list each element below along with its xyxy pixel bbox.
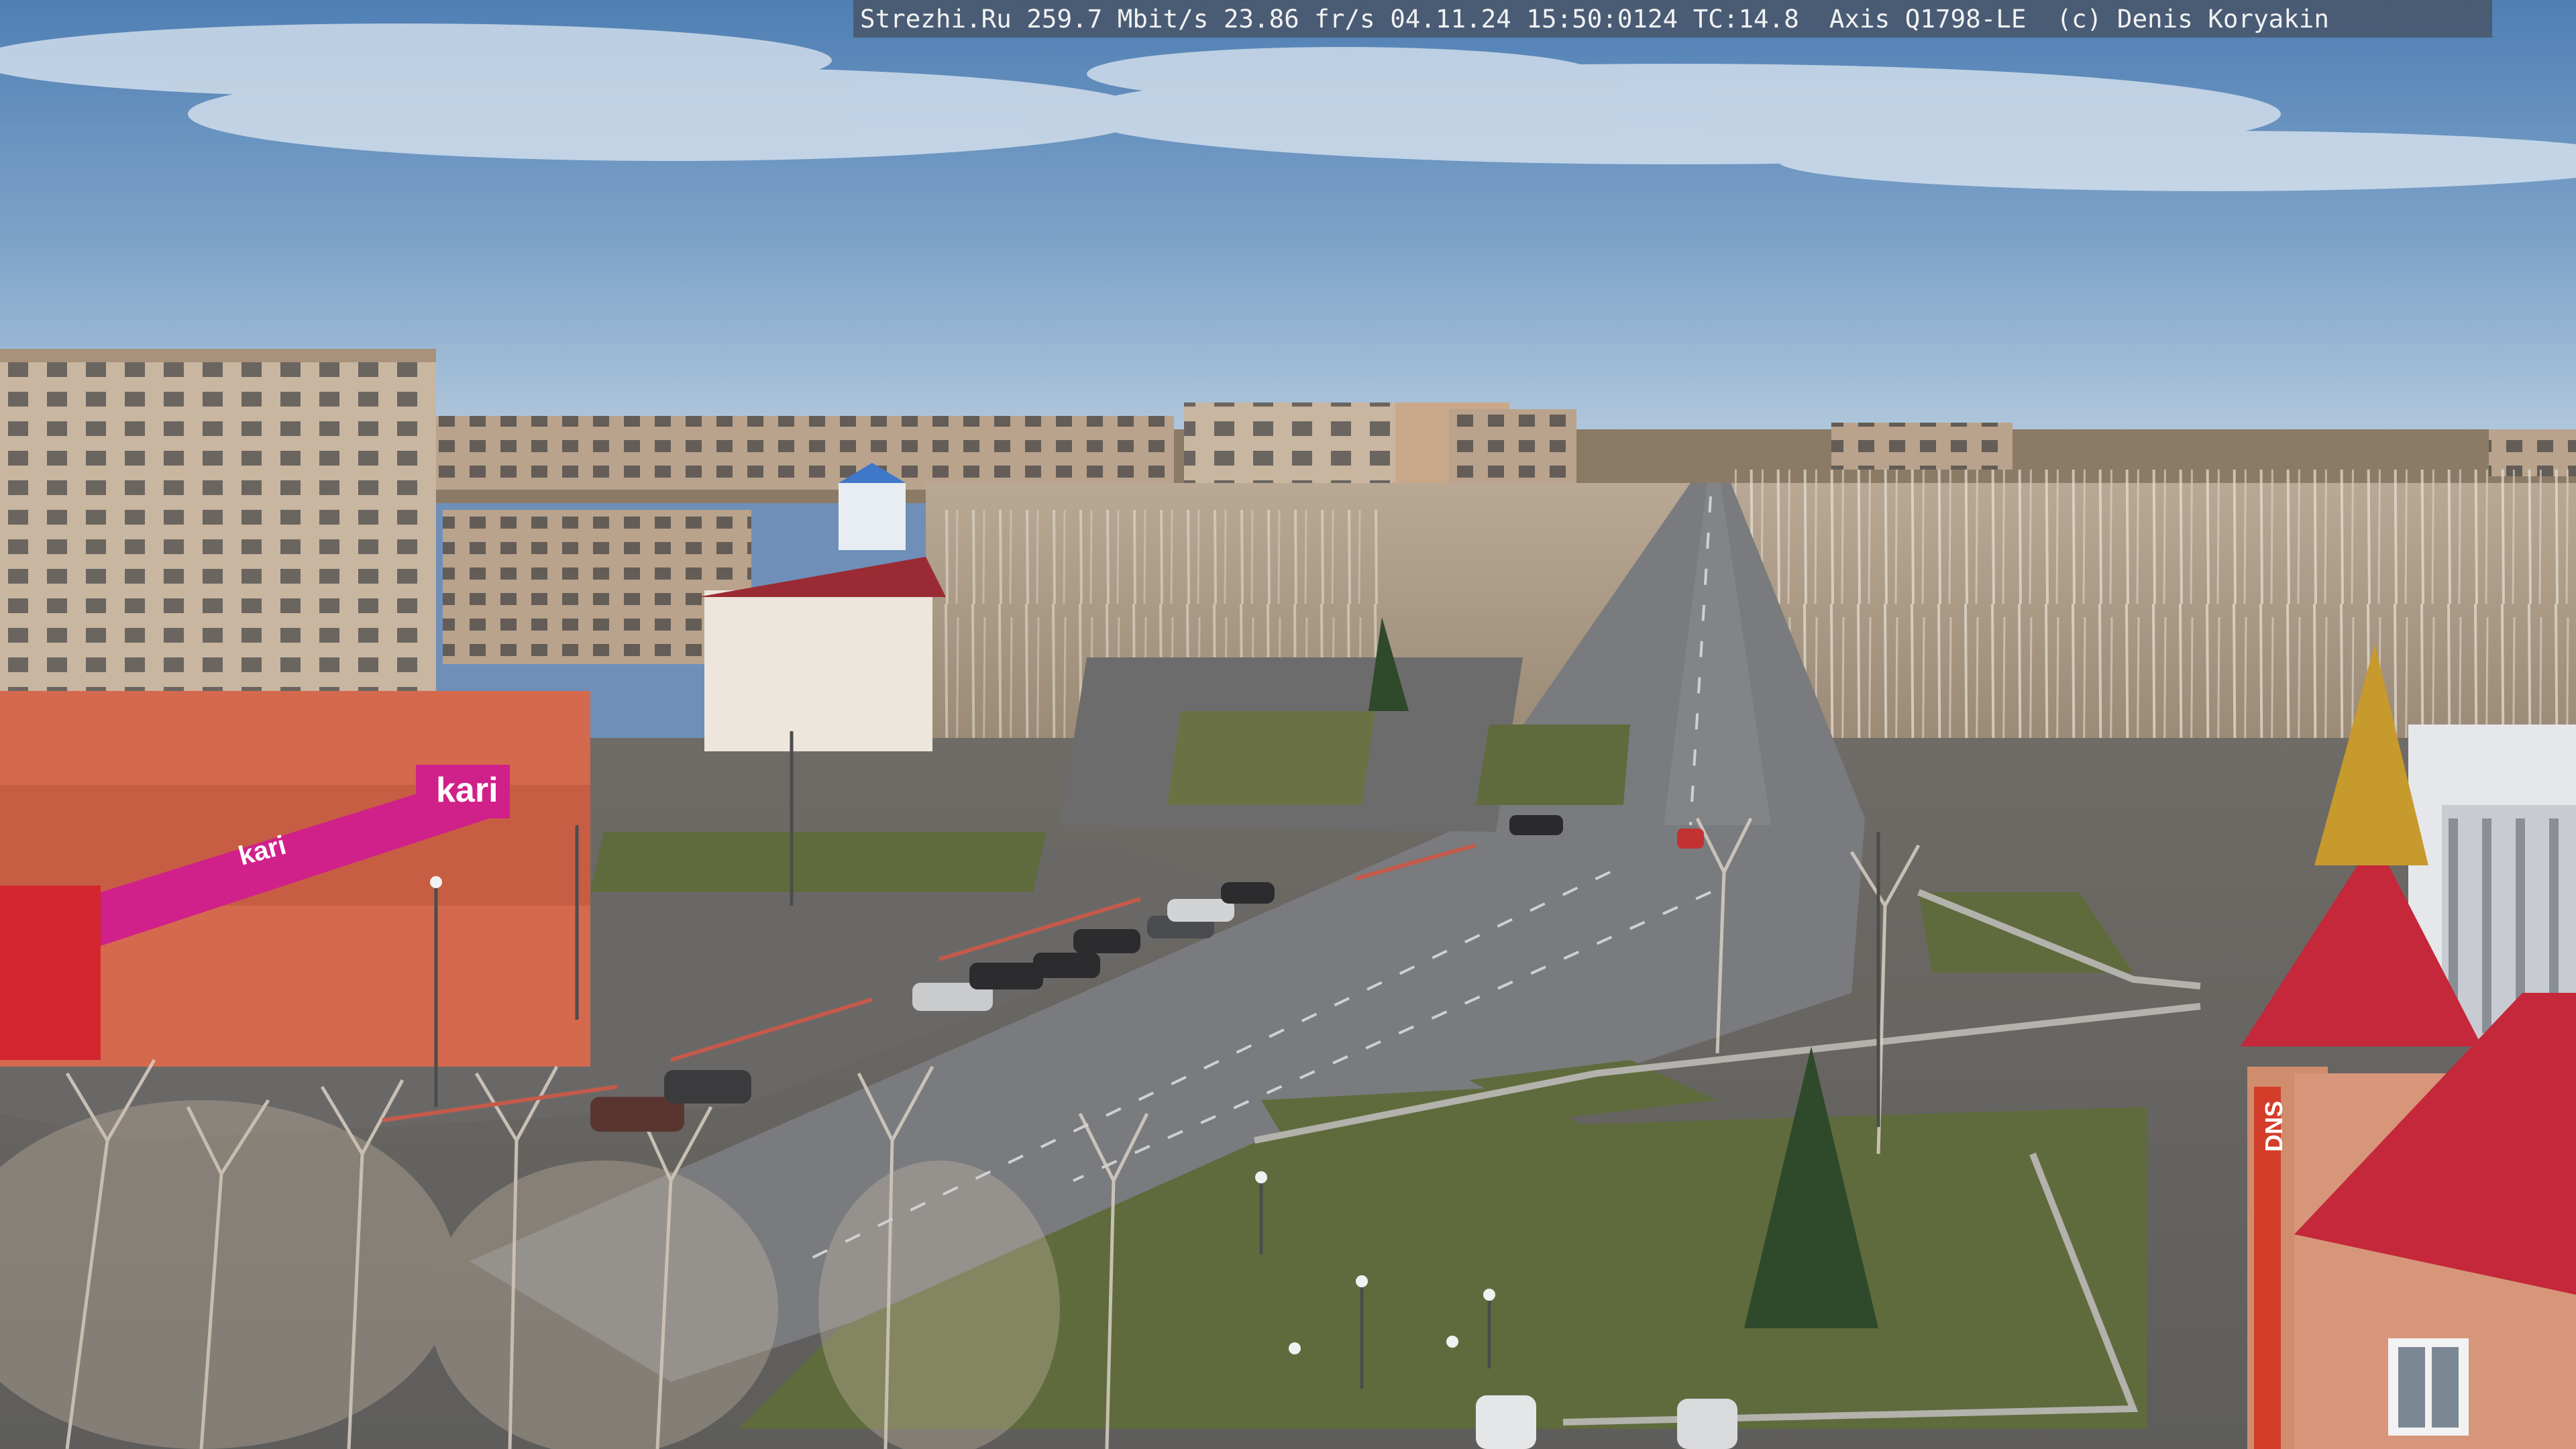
- camera-overlay-bar: Strezhi.Ru 259.7 Mbit/s 23.86 fr/s 04.11…: [853, 0, 2492, 38]
- kari-banner-logo: kari: [436, 771, 498, 810]
- webcam-scene: kari kari DNS: [0, 0, 2576, 1449]
- kari-store: [0, 691, 590, 1067]
- dns-sign: DNS: [2260, 1101, 2288, 1152]
- camera-overlay-text: Strezhi.Ru 259.7 Mbit/s 23.86 fr/s 04.11…: [860, 4, 2329, 34]
